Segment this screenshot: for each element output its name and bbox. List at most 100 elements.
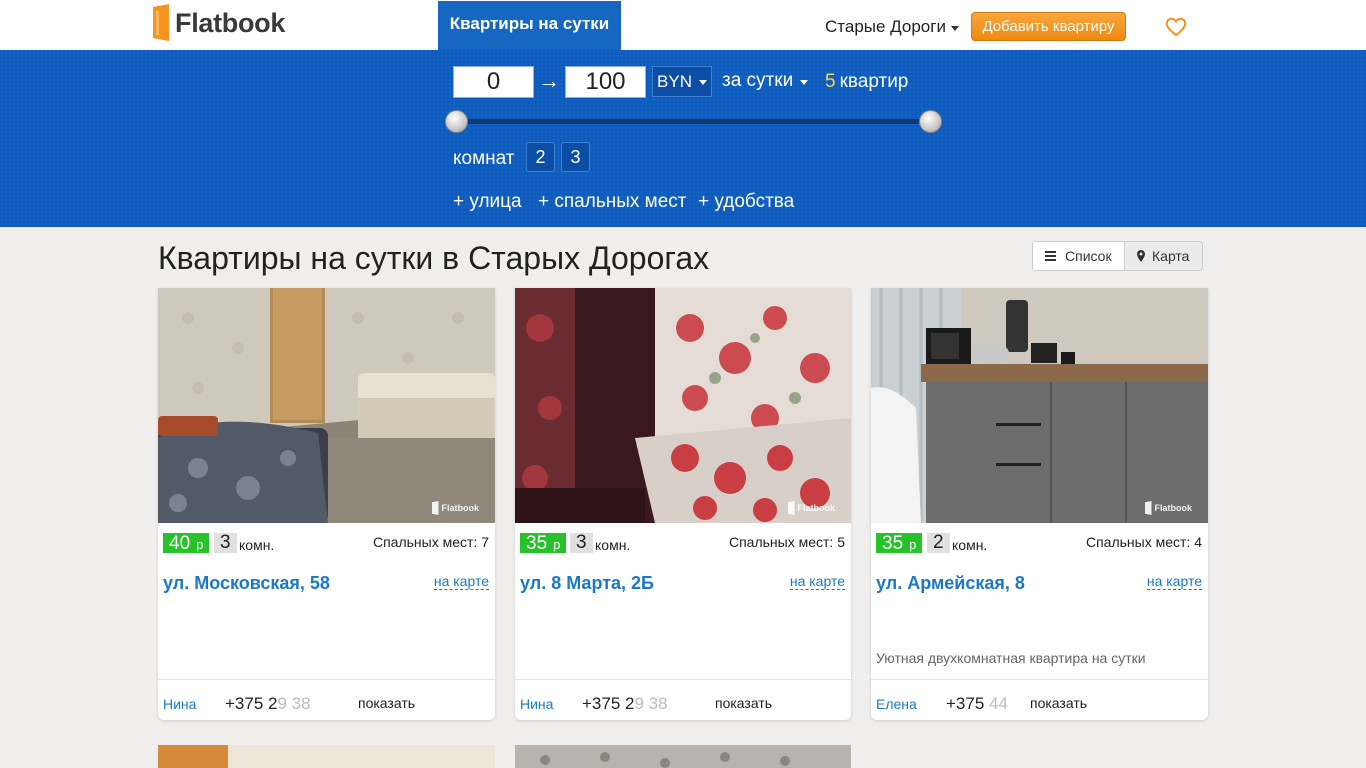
range-arrow: →	[538, 68, 560, 93]
price-max-input[interactable]: 100	[565, 66, 646, 98]
city-label: Старые Дороги	[825, 17, 946, 36]
show-phone-button[interactable]: показать	[358, 695, 415, 711]
phone-visible: +375 2	[225, 694, 278, 713]
rooms-label: комн.	[595, 537, 631, 553]
caret-down-icon	[800, 79, 809, 85]
door-logo-icon	[787, 501, 795, 515]
beds-count: Спальных мест: 7	[372, 534, 489, 550]
price-value: 40	[169, 533, 191, 554]
rooms-filter-label: комнат	[453, 148, 515, 169]
door-logo-icon	[153, 4, 171, 42]
price-badge: 35 р	[520, 533, 567, 554]
card-divider	[871, 679, 1208, 680]
price-badge: 35 р	[876, 533, 923, 554]
results-count-number: 5	[825, 71, 836, 92]
period-label: за сутки	[722, 70, 794, 91]
view-toggle: Список Карта	[1032, 241, 1203, 271]
city-dropdown[interactable]: Старые Дороги	[825, 17, 959, 37]
listing-photo-image	[158, 745, 495, 768]
rooms-badge: 3	[214, 532, 237, 553]
rooms-label: комн.	[952, 537, 988, 553]
map-view-label: Карта	[1152, 248, 1190, 264]
rooms-option-3[interactable]: 3	[561, 142, 590, 172]
watermark: Flatbook	[787, 501, 836, 515]
watermark-text: Flatbook	[441, 503, 480, 513]
show-phone-button[interactable]: показать	[715, 695, 772, 711]
rooms-label: комн.	[239, 537, 275, 553]
kitchen-photo-image	[871, 288, 1208, 523]
listing-photo[interactable]: Flatbook	[871, 288, 1208, 523]
listing-card-partial[interactable]	[158, 745, 495, 768]
listing-card[interactable]: Flatbook 35 р 3 комн. Спальных мест: 5 ул…	[515, 288, 851, 720]
rooms-badge: 3	[570, 532, 593, 553]
heart-icon[interactable]	[1165, 16, 1187, 38]
add-beds-filter[interactable]: + спальных мест	[538, 191, 686, 213]
listing-address[interactable]: ул. Армейская, 8	[876, 573, 1025, 594]
show-on-map-link[interactable]: на карте	[789, 574, 845, 590]
listing-photo-image	[515, 745, 851, 768]
door-logo-icon	[1144, 501, 1152, 515]
beds-count: Спальных мест: 5	[728, 534, 845, 550]
owner-name[interactable]: Нина	[520, 696, 553, 712]
rooms-badge: 2	[927, 532, 950, 553]
listing-address[interactable]: ул. 8 Марта, 2Б	[520, 573, 654, 594]
watermark-text: Flatbook	[797, 503, 836, 513]
phone-hidden: 44	[984, 694, 1008, 713]
price-currency: р	[553, 537, 561, 552]
filter-panel: 0 → 100 BYN за сутки 5 квартир комнат 2 3…	[0, 50, 1366, 227]
watermark: Flatbook	[1144, 501, 1193, 515]
results-count-label: квартир	[839, 71, 909, 92]
add-apartment-button[interactable]: Добавить квартиру	[971, 12, 1126, 41]
owner-name[interactable]: Елена	[876, 696, 917, 712]
phone-number: +375 44	[946, 694, 1014, 714]
bedroom-photo-image	[158, 288, 495, 523]
logo[interactable]: Flatbook	[153, 4, 285, 42]
logo-text: Flatbook	[175, 7, 286, 38]
listing-card-partial[interactable]	[515, 745, 851, 768]
watermark-text: Flatbook	[1154, 503, 1193, 513]
currency-select[interactable]: BYN	[652, 66, 712, 97]
add-street-filter[interactable]: + улица	[453, 191, 522, 213]
price-value: 35	[882, 533, 904, 554]
list-view-label: Список	[1065, 248, 1112, 264]
price-slider-max-handle[interactable]	[919, 110, 942, 133]
show-on-map-link[interactable]: на карте	[1146, 574, 1202, 590]
price-badge: 40 р	[163, 533, 210, 554]
listing-address[interactable]: ул. Московская, 58	[163, 573, 330, 594]
list-icon	[1045, 251, 1056, 261]
phone-number: +375 29 38	[582, 694, 678, 714]
rooms-option-2[interactable]: 2	[526, 142, 555, 172]
listing-photo[interactable]: Flatbook	[158, 288, 495, 523]
list-view-button[interactable]: Список	[1032, 241, 1125, 271]
price-min-input[interactable]: 0	[453, 66, 534, 98]
owner-name[interactable]: Нина	[163, 696, 196, 712]
phone-hidden: 9 38	[277, 694, 311, 713]
phone-hidden: 9 38	[634, 694, 668, 713]
phone-visible: +375	[946, 694, 985, 713]
caret-down-icon	[698, 80, 707, 85]
card-divider	[158, 679, 495, 680]
watermark: Flatbook	[431, 501, 480, 515]
price-slider-min-handle[interactable]	[445, 110, 468, 133]
phone-number: +375 29 38	[225, 694, 321, 714]
caret-down-icon	[950, 25, 959, 31]
currency-label: BYN	[657, 71, 692, 91]
map-view-button[interactable]: Карта	[1124, 241, 1203, 271]
price-slider-track[interactable]	[456, 119, 930, 124]
price-currency: р	[909, 537, 917, 552]
page-title: Квартиры на сутки в Старых Дорогах	[158, 240, 710, 276]
add-amenities-filter[interactable]: + удобства	[698, 191, 794, 213]
card-divider	[515, 679, 851, 680]
nav-tab-daily-apartments[interactable]: Квартиры на сутки	[438, 1, 621, 50]
listing-photo[interactable]: Flatbook	[515, 288, 851, 523]
price-value: 35	[526, 533, 548, 554]
show-phone-button[interactable]: показать	[1030, 695, 1087, 711]
listing-card[interactable]: Flatbook 40 р 3 комн. Спальных мест: 7 ул…	[158, 288, 495, 720]
results-count: 5 квартир	[825, 71, 908, 93]
period-dropdown[interactable]: за сутки	[722, 70, 809, 92]
map-pin-icon	[1137, 250, 1145, 262]
top-navbar: Flatbook Квартиры на сутки Старые Дороги…	[0, 0, 1366, 50]
listing-description: Уютная двухкомнатная квартира на сутки	[876, 650, 1146, 666]
listing-card[interactable]: Flatbook 35 р 2 комн. Спальных мест: 4 ул…	[871, 288, 1208, 720]
show-on-map-link[interactable]: на карте	[433, 574, 489, 590]
